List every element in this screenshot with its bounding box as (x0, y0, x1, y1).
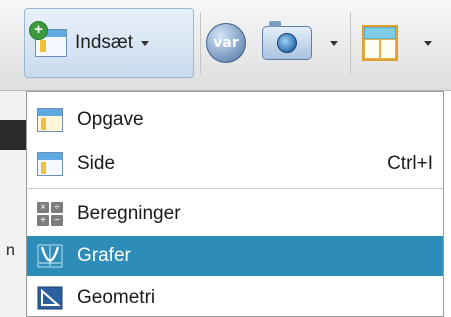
problem-icon (37, 108, 63, 132)
menu-item-label: Side (77, 153, 116, 174)
geometry-icon (37, 286, 63, 310)
layout-button[interactable] (362, 8, 432, 78)
toolbar: + Indsæt var (0, 0, 451, 91)
menu-item-grafer[interactable]: Grafer (27, 236, 443, 276)
menu-item-side[interactable]: Side Ctrl+I (27, 144, 443, 184)
var-icon: var (206, 23, 246, 63)
graphs-icon (37, 244, 63, 268)
background-document (0, 91, 26, 317)
menu-separator (27, 188, 443, 189)
menu-item-label: Geometri (77, 287, 156, 308)
menu-item-shortcut: Ctrl+I (387, 153, 433, 174)
chevron-down-icon (330, 40, 338, 46)
chevron-down-icon (141, 40, 150, 46)
insert-page-icon: + (29, 21, 67, 57)
menu-item-geometri[interactable]: Geometri (27, 278, 443, 316)
camera-icon (262, 21, 312, 60)
calculator-icon: × ÷ + − (37, 202, 63, 226)
menu-item-opgave[interactable]: Opgave (27, 100, 443, 140)
background-text-fragment: n (6, 242, 15, 259)
chevron-down-icon (424, 40, 432, 46)
insert-menu: Opgave Side Ctrl+I × ÷ + − Beregninger Graf… (26, 91, 444, 317)
menu-item-beregninger[interactable]: × ÷ + − Beregninger (27, 194, 443, 234)
screenshot-button[interactable] (262, 8, 338, 78)
menu-item-label: Beregninger (77, 203, 181, 224)
page-layout-icon (362, 25, 398, 61)
insert-button[interactable]: + Indsæt (24, 8, 194, 78)
menu-item-label: Opgave (77, 109, 144, 130)
variable-button[interactable]: var (206, 8, 246, 78)
menu-item-label: Grafer (77, 245, 131, 266)
insert-label: Indsæt (75, 32, 134, 53)
page-icon (37, 152, 63, 176)
